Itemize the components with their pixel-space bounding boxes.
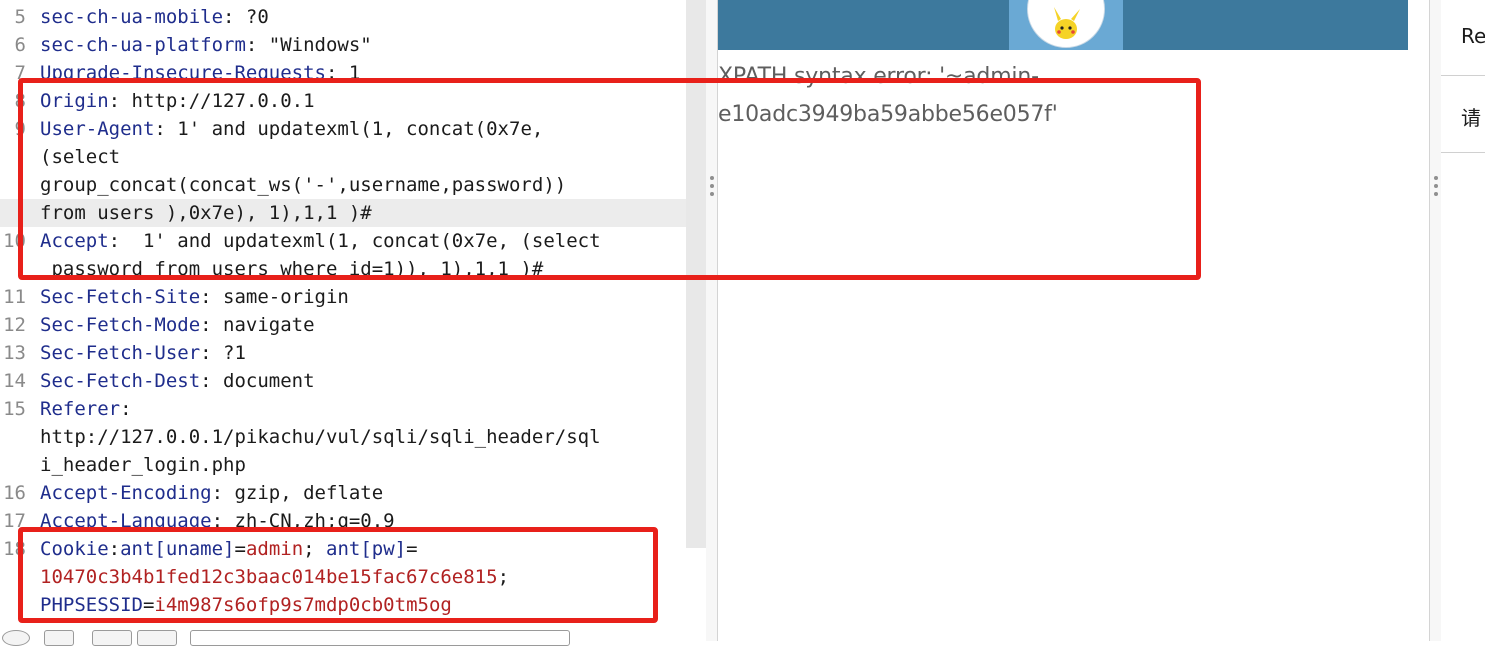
side-panel-item[interactable]: Re <box>1461 24 1485 48</box>
header-value: : same-origin <box>200 286 349 308</box>
line-number: 13 <box>3 342 26 364</box>
editor-bottom-toolbar <box>0 628 706 646</box>
search-input[interactable] <box>190 630 570 646</box>
drag-handle-dot <box>1434 184 1438 188</box>
header-value: : document <box>200 370 315 392</box>
line-code: Sec-Fetch-Mode: navigate <box>40 311 315 339</box>
header-value: : <box>120 398 132 420</box>
header-name: Sec-Fetch-Dest <box>40 370 201 392</box>
request-line[interactable]: 14 Sec-Fetch-Dest: document <box>0 367 686 395</box>
header-name: Sec-Fetch-Mode <box>40 314 201 336</box>
header-value: : ?0 <box>223 6 269 28</box>
logo-box <box>1009 0 1123 50</box>
line-code: i_header_login.php <box>40 451 246 479</box>
header-name: Sec-Fetch-Site <box>40 286 201 308</box>
request-line[interactable]: 11 Sec-Fetch-Site: same-origin <box>0 283 686 311</box>
line-number: 12 <box>3 314 26 336</box>
header-name: Referer <box>40 398 121 420</box>
line-number: 15 <box>3 398 26 420</box>
header-value: : "Windows" <box>245 34 372 56</box>
forward-button[interactable] <box>137 630 177 646</box>
inspector-side-panel: Re 请 <box>1441 0 1485 641</box>
annotation-box-injection <box>18 78 1201 280</box>
line-code: Sec-Fetch-Dest: document <box>40 367 315 395</box>
line-code: http://127.0.0.1/pikachu/vul/sqli/sqli_h… <box>40 423 601 451</box>
line-code: Sec-Fetch-User: ?1 <box>40 339 246 367</box>
line-number: 5 <box>14 6 26 28</box>
divider <box>1441 75 1485 76</box>
header-name: Accept-Encoding <box>40 482 212 504</box>
drag-handle-dot <box>1434 176 1438 180</box>
header-name: sec-ch-ua-mobile <box>40 6 224 28</box>
header-value: : gzip, deflate <box>211 482 384 504</box>
line-code: sec-ch-ua-mobile: ?0 <box>40 3 269 31</box>
header-value: : navigate <box>200 314 315 336</box>
line-code: sec-ch-ua-platform: "Windows" <box>40 31 372 59</box>
request-line[interactable]: i_header_login.php <box>0 451 686 479</box>
pikachu-logo-icon <box>1027 0 1105 48</box>
header-name: sec-ch-ua-platform <box>40 34 246 56</box>
request-line[interactable]: 5 sec-ch-ua-mobile: ?0 <box>0 3 686 31</box>
pikachu-icon <box>1054 7 1080 39</box>
request-line[interactable]: 12 Sec-Fetch-Mode: navigate <box>0 311 686 339</box>
request-line[interactable]: 6 sec-ch-ua-platform: "Windows" <box>0 31 686 59</box>
divider <box>1441 152 1485 153</box>
request-line[interactable]: 16 Accept-Encoding: gzip, deflate <box>0 479 686 507</box>
line-number: 16 <box>3 482 26 504</box>
header-value: : ?1 <box>200 342 246 364</box>
back-button[interactable] <box>92 630 132 646</box>
line-number: 14 <box>3 370 26 392</box>
settings-gear-icon[interactable] <box>44 630 74 646</box>
line-code: Referer: <box>40 395 132 423</box>
line-number: 6 <box>14 34 26 56</box>
request-line[interactable]: 13 Sec-Fetch-User: ?1 <box>0 339 686 367</box>
side-panel-item[interactable]: 请 <box>1461 102 1481 131</box>
header-name: Sec-Fetch-User <box>40 342 201 364</box>
page-header-banner <box>718 0 1408 50</box>
drag-handle-dot <box>1434 192 1438 196</box>
header-value: http://127.0.0.1/pikachu/vul/sqli/sqli_h… <box>40 426 601 448</box>
request-line[interactable]: http://127.0.0.1/pikachu/vul/sqli/sqli_h… <box>0 423 686 451</box>
line-code: Sec-Fetch-Site: same-origin <box>40 283 349 311</box>
line-code: Accept-Encoding: gzip, deflate <box>40 479 383 507</box>
annotation-box-cookie <box>18 527 658 623</box>
header-value: i_header_login.php <box>40 454 246 476</box>
request-line[interactable]: 15 Referer: <box>0 395 686 423</box>
help-icon[interactable] <box>2 630 30 646</box>
line-number: 11 <box>3 286 26 308</box>
